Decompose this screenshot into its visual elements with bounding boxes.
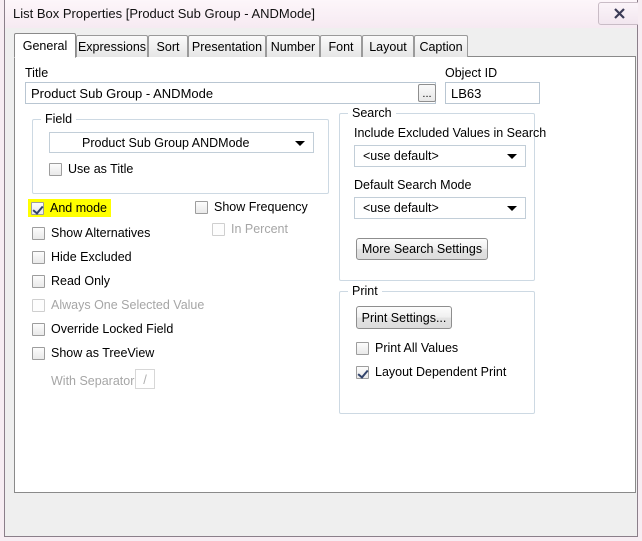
always-one-selected-value-label: Always One Selected Value [51, 298, 205, 312]
checkbox-box [32, 250, 45, 264]
checkbox-box [32, 346, 45, 360]
tab-number[interactable]: Number [266, 35, 320, 57]
window-border-right [637, 0, 638, 537]
use-as-title-checkbox[interactable]: Use as Title [49, 161, 133, 177]
tab-label: Number [270, 39, 316, 54]
default-search-mode-select[interactable]: <use default> [354, 197, 526, 219]
use-as-title-label: Use as Title [68, 162, 134, 176]
tab-presentation[interactable]: Presentation [188, 35, 266, 57]
title-browse-button[interactable]: ... [418, 84, 436, 102]
override-locked-field-label: Override Locked Field [51, 322, 174, 336]
close-icon [599, 3, 638, 24]
print-groupbox-legend: Print [348, 284, 382, 298]
in-percent-label: In Percent [231, 222, 288, 236]
tab-font[interactable]: Font [320, 35, 362, 57]
field-select[interactable]: Product Sub Group ANDMode [49, 132, 314, 153]
read-only-checkbox[interactable]: Read Only [32, 273, 110, 289]
checkbox-box [195, 200, 208, 214]
field-groupbox-legend: Field [41, 112, 77, 126]
checkbox-box [32, 298, 45, 312]
chevron-down-icon [507, 154, 517, 159]
hide-excluded-checkbox[interactable]: Hide Excluded [32, 249, 132, 265]
separator-input: / [135, 369, 155, 389]
and-mode-label: And mode [50, 201, 107, 215]
object-id-label: Object ID [445, 66, 498, 80]
tab-caption[interactable]: Caption [414, 35, 468, 57]
close-button[interactable] [598, 2, 638, 25]
hide-excluded-label: Hide Excluded [51, 250, 132, 264]
in-percent-checkbox: In Percent [212, 221, 288, 237]
print-all-values-label: Print All Values [375, 341, 459, 355]
override-locked-field-checkbox[interactable]: Override Locked Field [32, 321, 173, 337]
window-border-left [4, 0, 5, 537]
include-excluded-value: <use default> [363, 149, 439, 163]
title-bar: List Box Properties [Product Sub Group -… [4, 0, 638, 30]
checkbox-box [356, 341, 369, 355]
with-separator-label: With Separator [51, 374, 135, 388]
checkbox-box [49, 162, 62, 176]
tab-label: Caption [419, 39, 463, 54]
show-frequency-label: Show Frequency [214, 200, 308, 214]
window-title: List Box Properties [Product Sub Group -… [13, 6, 316, 21]
tab-label: Sort [156, 39, 180, 54]
show-as-treeview-label: Show as TreeView [51, 346, 155, 360]
chevron-down-icon [507, 206, 517, 211]
tab-general[interactable]: General [14, 33, 76, 58]
checkbox-box [32, 322, 45, 336]
tab-layout[interactable]: Layout [362, 35, 414, 57]
tab-expressions[interactable]: Expressions [76, 35, 148, 57]
list-box-properties-dialog: List Box Properties [Product Sub Group -… [0, 0, 642, 541]
and-mode-checkbox[interactable]: And mode [28, 199, 111, 217]
field-groupbox: Field Product Sub Group ANDMode Use as T… [32, 112, 329, 194]
tab-label: Layout [369, 39, 407, 54]
general-tab-panel: Title Product Sub Group - ANDMode ... Ob… [14, 56, 636, 493]
print-settings-button[interactable]: Print Settings... [356, 306, 452, 329]
always-one-selected-value-checkbox: Always One Selected Value [32, 297, 204, 313]
checkbox-box [32, 226, 45, 240]
checkbox-box [31, 201, 44, 215]
read-only-label: Read Only [51, 274, 111, 288]
tab-label: Presentation [191, 39, 263, 54]
chevron-down-icon [295, 140, 305, 146]
object-id-input[interactable]: LB63 [445, 82, 540, 104]
show-alternatives-checkbox[interactable]: Show Alternatives [32, 225, 150, 241]
title-input[interactable]: Product Sub Group - ANDMode [25, 82, 436, 104]
print-all-values-checkbox[interactable]: Print All Values [356, 340, 458, 356]
field-select-value: Product Sub Group ANDMode [82, 135, 250, 150]
dialog-footer: OK Cancel Apply Help [4, 489, 638, 537]
search-groupbox: Search Include Excluded Values in Search… [339, 106, 546, 281]
layout-dependent-print-checkbox[interactable]: Layout Dependent Print [356, 364, 506, 380]
search-groupbox-legend: Search [348, 106, 396, 120]
more-search-settings-button[interactable]: More Search Settings [356, 238, 488, 260]
checkbox-box [212, 222, 225, 236]
show-as-treeview-checkbox[interactable]: Show as TreeView [32, 345, 154, 361]
default-search-mode-label: Default Search Mode [354, 178, 472, 192]
default-search-mode-value: <use default> [363, 201, 439, 215]
show-frequency-checkbox[interactable]: Show Frequency [195, 199, 308, 215]
tab-sort[interactable]: Sort [148, 35, 188, 57]
tab-label: Font [328, 39, 354, 54]
checkbox-box [356, 365, 369, 379]
layout-dependent-print-label: Layout Dependent Print [375, 365, 507, 379]
title-field-label: Title [25, 66, 49, 80]
show-alternatives-label: Show Alternatives [51, 226, 151, 240]
include-excluded-label: Include Excluded Values in Search [354, 126, 547, 140]
print-groupbox: Print Print Settings... Print All Values… [339, 284, 535, 414]
tab-label: General [22, 38, 68, 53]
tab-label: Expressions [77, 39, 147, 54]
include-excluded-select[interactable]: <use default> [354, 145, 526, 167]
checkbox-box [32, 274, 45, 288]
